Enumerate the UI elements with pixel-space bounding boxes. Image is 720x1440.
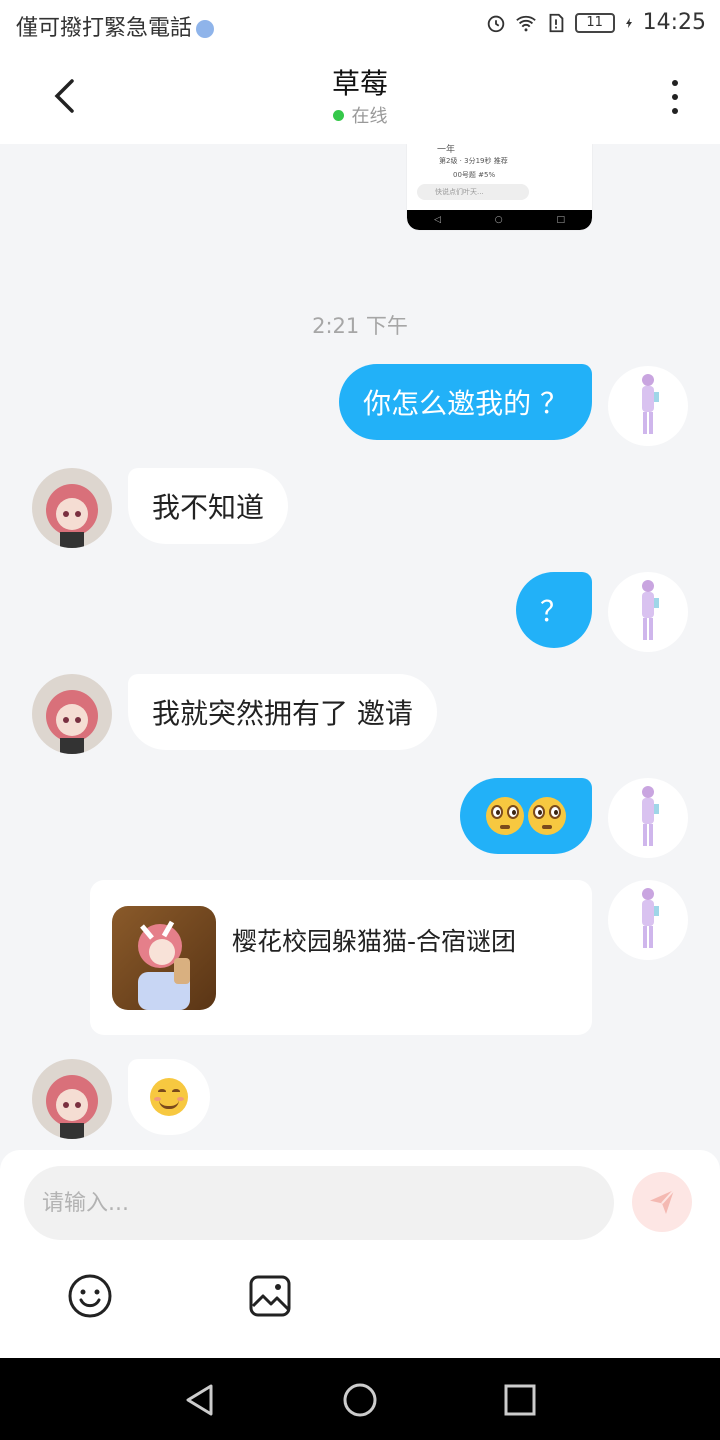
my-avatar[interactable] [608,880,688,960]
image-button[interactable] [246,1272,294,1320]
my-avatar[interactable] [608,366,688,446]
dot [672,108,678,114]
image-icon [249,1275,291,1317]
character-avatar-icon [642,580,659,640]
emoji-button[interactable] [66,1272,114,1320]
preview-text-2: 第2级 · 3分19秒 推荐 [439,157,508,165]
clock: 14:25 [642,10,706,35]
location-icon [196,20,215,38]
message-bubble-received-emoji[interactable] [128,1059,210,1135]
contact-avatar[interactable] [32,674,112,754]
carrier-text: 僅可撥打緊急電話 [16,10,215,42]
nav-back-button[interactable] [178,1378,222,1422]
preview-text-1: 一年 [437,145,456,155]
wifi-icon [515,15,536,31]
game-share-title: 樱花校园躲猫猫-合宿谜团 [232,927,517,956]
more-options-button[interactable] [660,76,690,118]
online-dot [332,110,344,121]
message-input[interactable] [24,1166,614,1240]
nav-recents-button[interactable] [498,1378,542,1422]
message-bubble-received[interactable]: 我就突然拥有了 邀请 [128,674,437,750]
message-timestamp: 2:21 下午 [312,314,408,338]
square-recents-icon [504,1384,536,1416]
contact-name: 草莓 [331,67,388,100]
chat-area[interactable]: 一年 第2级 · 3分19秒 推荐 00号题 #5% 快说点们叶天... ◁ ○ □… [0,144,720,1150]
my-avatar[interactable] [608,778,688,858]
message-bubble-sent[interactable]: ？ [515,572,592,648]
preview-recent-icon: □ [556,215,566,225]
character-avatar-icon [642,374,659,434]
sim-alert-icon [549,13,563,32]
online-label: 在线 [351,106,388,127]
dot [672,80,678,86]
contact-avatar[interactable] [32,1059,112,1139]
character-avatar-icon [642,786,659,846]
character-avatar-icon [46,690,98,754]
preview-back-icon: ◁ [433,215,441,225]
screenshot-image-message[interactable]: 一年 第2级 · 3分19秒 推荐 00号题 #5% 快说点们叶天... ◁ ○ □ [407,144,592,230]
triangle-back-icon [186,1384,213,1416]
message-bubble-received[interactable]: 我不知道 [128,468,289,544]
online-status: 在线 [0,102,720,128]
smiley-icon [68,1274,112,1318]
chat-header: 草莓 在线 [0,50,720,144]
paper-plane-icon [650,1189,675,1214]
game-character-image [138,920,190,1010]
preview-home-icon: ○ [494,215,503,225]
nav-home-button[interactable] [338,1378,382,1422]
dot [672,94,678,100]
game-share-card[interactable]: 樱花校园躲猫猫-合宿谜团 [90,880,592,1035]
contact-avatar[interactable] [32,468,112,548]
flushed-face-icon [486,797,524,835]
character-avatar-icon [642,888,659,948]
message-bubble-sent[interactable]: 你怎么邀我的 ？ [339,364,592,440]
character-avatar-icon [46,1075,98,1139]
send-button[interactable] [632,1172,692,1232]
status-icons: 11 14:25 [485,10,706,35]
status-bar: 僅可撥打緊急電話 11 14:25 [0,0,720,50]
circle-home-icon [343,1383,377,1417]
preview-text-3: 00号题 #5% [453,171,496,179]
preview-nav-bar: ◁ ○ □ [407,210,592,230]
carrier-label: 僅可撥打緊急電話 [16,16,193,41]
character-avatar-icon [46,484,98,548]
input-panel [0,1150,720,1358]
charging-icon [625,17,632,28]
battery-icon: 11 [574,12,615,33]
message-bubble-sent-emoji[interactable] [460,778,592,854]
flushed-face-icon [528,797,566,835]
game-thumbnail [112,906,216,1010]
my-avatar[interactable] [608,572,688,652]
alarm-icon [487,15,504,32]
preview-input: 快说点们叶天... [417,184,529,200]
system-nav-bar [0,1358,720,1440]
smiling-face-icon [150,1078,188,1116]
